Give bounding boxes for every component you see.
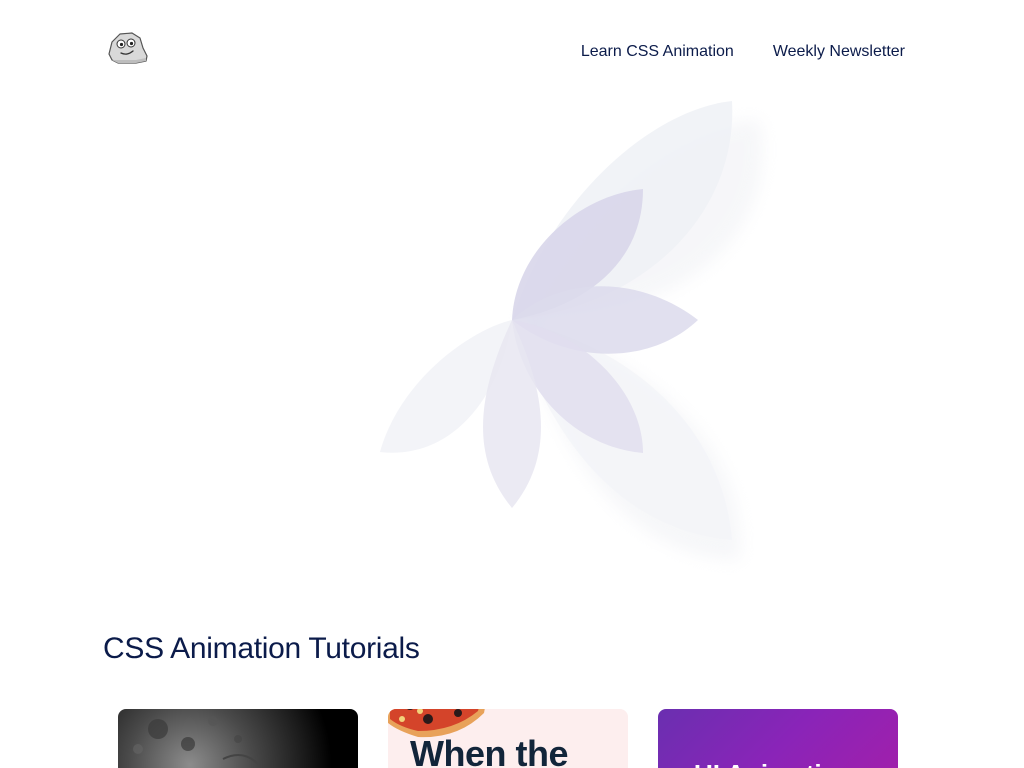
- card-title: UI Animation: [694, 759, 853, 768]
- tutorial-card-moon[interactable]: [118, 709, 358, 768]
- tutorial-cards: When the UI Animation: [118, 709, 908, 768]
- tutorial-card-pizza[interactable]: When the: [388, 709, 628, 768]
- main-nav: Learn CSS Animation Weekly Newsletter: [581, 43, 905, 61]
- petal-flower-icon: [360, 90, 800, 630]
- nav-link-learn-css-animation[interactable]: Learn CSS Animation: [581, 43, 734, 61]
- page: Learn CSS Animation Weekly Newsletter CS…: [0, 0, 1024, 768]
- card-title: When the: [410, 733, 568, 768]
- nav-link-weekly-newsletter[interactable]: Weekly Newsletter: [773, 43, 905, 61]
- tutorial-card-ui-animation[interactable]: UI Animation: [658, 709, 898, 768]
- rock-mascot-icon[interactable]: [106, 30, 150, 66]
- site-header: Learn CSS Animation Weekly Newsletter: [0, 0, 1024, 100]
- moon-image: [133, 716, 259, 765]
- section-title: CSS Animation Tutorials: [103, 632, 420, 665]
